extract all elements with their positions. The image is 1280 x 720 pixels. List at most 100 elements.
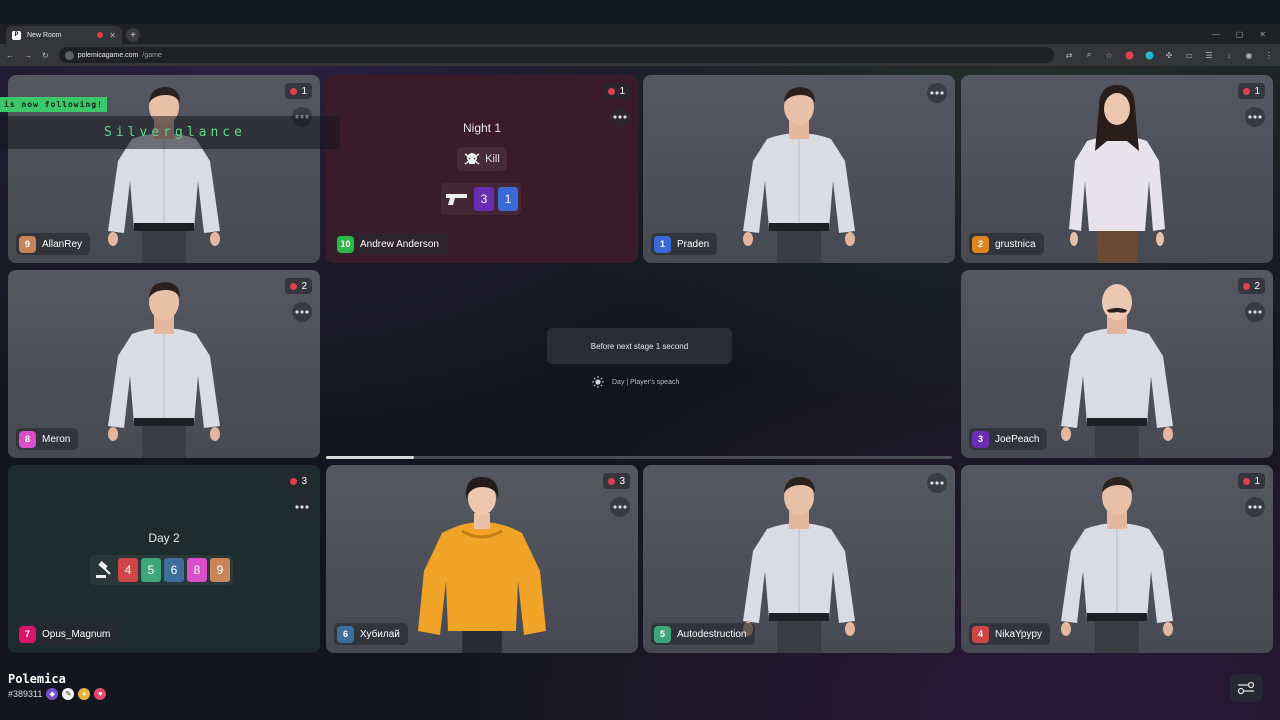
minimize-icon[interactable]: —: [1212, 30, 1220, 39]
bookmark-star-icon[interactable]: ☆: [1104, 50, 1114, 60]
extension-color-icon[interactable]: [1144, 50, 1154, 60]
player-tile-5[interactable]: 5 Autodestruction: [643, 465, 955, 653]
foul-icon: [1243, 282, 1251, 290]
browser-menu-icon[interactable]: ⋮: [1264, 50, 1274, 60]
gun-icon: [444, 192, 470, 206]
close-tab-icon[interactable]: ✕: [109, 31, 116, 40]
shot-box: 1: [498, 187, 518, 211]
site-info-icon[interactable]: [64, 50, 74, 60]
extensions-puzzle-icon[interactable]: ✣: [1164, 50, 1174, 60]
zoom-icon[interactable]: ⌕: [1084, 50, 1094, 60]
phase-label: Day | Player's speach: [612, 378, 680, 386]
player-name-chip: 6 Хубилай: [334, 623, 408, 645]
favicon-icon: P: [12, 30, 21, 40]
player-name-chip: 8 Meron: [16, 428, 79, 450]
player-avatar-image: [1069, 85, 1165, 263]
download-icon[interactable]: ↓: [1224, 50, 1234, 60]
player-number: 7: [19, 625, 36, 643]
translate-icon[interactable]: ⇄: [1064, 50, 1074, 60]
more-icon: [1248, 505, 1262, 509]
twitch-icon[interactable]: ◆: [46, 688, 59, 700]
player-name: grustnica: [995, 238, 1036, 250]
player-avatar-image: [1061, 284, 1173, 458]
browser-extensions: ⇄ ⌕ ☆ ✣ ▭ ☰ ↓ ◉ ⋮: [1064, 50, 1274, 60]
player-tile-2[interactable]: 1 2 grustnica: [961, 75, 1273, 263]
foul-count: 2: [1254, 280, 1260, 292]
more-options-button[interactable]: [1245, 302, 1265, 322]
maximize-icon[interactable]: ▢: [1236, 30, 1244, 39]
reload-icon[interactable]: ↻: [42, 51, 49, 60]
foul-counter: 2: [285, 278, 312, 294]
kill-label: Kill: [485, 153, 500, 165]
more-options-button[interactable]: [927, 83, 947, 103]
nominees-row: 4 5 6 8 9: [90, 555, 233, 585]
gavel-icon: [93, 558, 115, 582]
coin-icon[interactable]: ●: [78, 688, 91, 700]
player-tile-10[interactable]: 1 Night 1 Kill 3 1 10 Andrew Anderson: [326, 75, 638, 263]
skull-icon: [464, 153, 480, 165]
foul-icon: [1243, 87, 1251, 95]
player-tile-1[interactable]: 1 Praden: [643, 75, 955, 263]
nominee-box: 8: [187, 558, 207, 582]
nominee-box: 9: [210, 558, 230, 582]
player-tile-7[interactable]: 3 Day 2 4 5 6 8 9 7 Opus_Magnum: [8, 465, 320, 653]
browser-tab[interactable]: P New Room ✕: [6, 26, 122, 44]
more-options-button[interactable]: [292, 302, 312, 322]
foul-counter: 1: [1238, 83, 1265, 99]
more-options-button[interactable]: [1245, 497, 1265, 517]
new-tab-button[interactable]: +: [126, 28, 140, 42]
phase-indicator: Day | Player's speach: [592, 376, 679, 388]
extension-record-icon[interactable]: [1124, 50, 1134, 60]
more-options-button[interactable]: [292, 497, 312, 517]
settings-button[interactable]: [1230, 674, 1262, 702]
stage-progress-fill: [326, 456, 414, 459]
player-name-chip: 1 Praden: [651, 233, 718, 255]
more-icon: [930, 481, 944, 485]
brand-title: Polemica: [8, 672, 66, 686]
night-shots: 3 1: [441, 183, 521, 215]
more-options-button[interactable]: [927, 473, 947, 493]
shot-box: 3: [474, 187, 494, 211]
player-name: NikaYpypy: [995, 628, 1043, 640]
close-window-icon[interactable]: ✕: [1259, 30, 1266, 39]
night-title: Night 1: [462, 121, 502, 135]
player-tile-8[interactable]: 2 8 Meron: [8, 270, 320, 458]
follower-name: Silverglance: [0, 116, 340, 149]
foul-count: 1: [301, 85, 307, 97]
day-title: Day 2: [148, 531, 180, 545]
more-options-button[interactable]: [1245, 107, 1265, 127]
url-host: polemicagame.com: [77, 51, 139, 59]
back-icon[interactable]: ←: [6, 51, 14, 60]
player-name-chip: 5 Autodestruction: [651, 623, 755, 645]
chat-icon[interactable]: ✎: [62, 688, 75, 700]
nominee-box: 6: [164, 558, 184, 582]
browser-address-bar: ← → ↻ polemicagame.com/game ⇄ ⌕ ☆ ✣ ▭ ☰ …: [0, 44, 1280, 66]
player-name: Meron: [42, 433, 71, 445]
player-tile-3[interactable]: 2 3 JoePeach: [961, 270, 1273, 458]
player-name: Andrew Anderson: [360, 238, 439, 250]
player-name: Opus_Magnum: [42, 628, 111, 640]
foul-count: 1: [1254, 85, 1260, 97]
browser-tabbar: P New Room ✕ + — ▢ ✕: [0, 24, 1280, 44]
follow-alert: is now following!: [0, 97, 107, 112]
foul-counter: 3: [285, 473, 312, 489]
sidepanel-icon[interactable]: ▭: [1184, 50, 1194, 60]
player-name-chip: 7 Opus_Magnum: [16, 623, 119, 645]
forward-icon[interactable]: →: [24, 51, 32, 60]
player-number: 3: [972, 430, 989, 448]
more-options-button[interactable]: [610, 497, 630, 517]
stage-progress-bar: [326, 456, 952, 459]
reading-list-icon[interactable]: ☰: [1204, 50, 1214, 60]
foul-counter: 2: [1238, 278, 1265, 294]
player-tile-6[interactable]: 3 6 Хубилай: [326, 465, 638, 653]
foul-icon: [290, 87, 298, 95]
player-number: 5: [654, 625, 671, 643]
player-tile-4[interactable]: 1 4 NikaYpypy: [961, 465, 1273, 653]
player-avatar-image: [107, 281, 221, 458]
foul-counter: 3: [603, 473, 630, 489]
foul-count: 1: [1254, 475, 1260, 487]
heart-icon[interactable]: ♥: [94, 688, 107, 700]
kill-indicator: Kill: [457, 147, 507, 171]
profile-icon[interactable]: ◉: [1244, 50, 1254, 60]
url-field[interactable]: polemicagame.com/game: [58, 47, 1054, 63]
